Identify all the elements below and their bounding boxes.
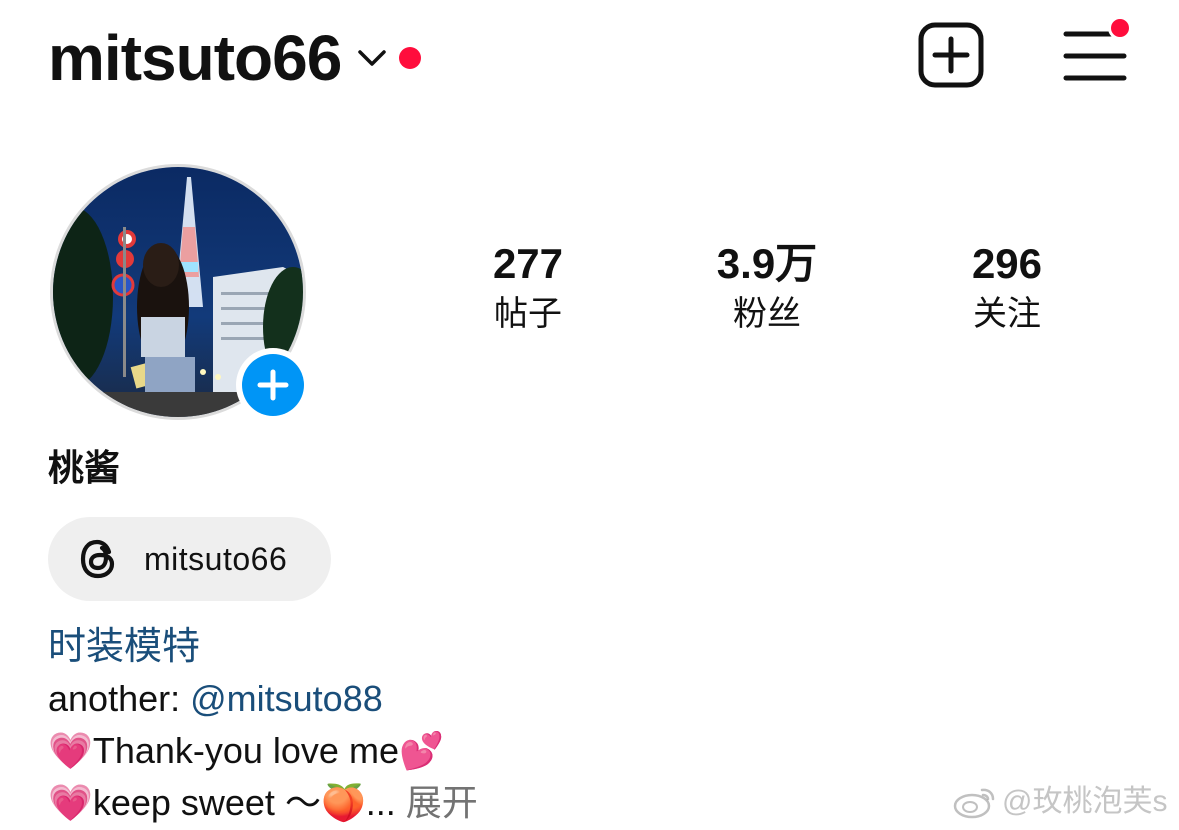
bio-prefix: another: (48, 678, 191, 719)
bio-text: keep sweet ～ (92, 782, 321, 823)
mention-link[interactable]: @mitsuto88 (190, 678, 383, 719)
two-hearts-emoji: 💕 (398, 731, 444, 772)
notification-dot (399, 47, 422, 69)
following-label: 关注 (973, 295, 1041, 333)
weibo-logo-icon (952, 784, 998, 820)
bio-text: Thank-you love me (92, 730, 399, 771)
bio-ellipsis: ... (365, 782, 406, 823)
expand-bio-button[interactable]: 展开 (406, 782, 478, 823)
add-story-button[interactable] (236, 348, 310, 422)
bio-line-1: another: @mitsuto88 (48, 676, 383, 722)
weibo-watermark: @玫桃泡芙s (952, 782, 1167, 822)
profile-page: mitsuto66 277 帖子 3.9万 粉丝 296 关注 桃酱 mitsu… (0, 0, 1179, 830)
bio-line-2: 💗Thank-you love me💕 (48, 728, 444, 775)
following-count: 296 (971, 240, 1043, 287)
bio-line-3: 💗keep sweet ～🍑... 展开 (48, 780, 478, 827)
display-name: 桃酱 (48, 447, 121, 488)
stat-posts[interactable]: 277 帖子 (418, 238, 638, 338)
posts-label: 帖子 (494, 295, 562, 333)
plus-circle-icon (242, 354, 304, 416)
profile-category: 时装模特 (48, 626, 201, 668)
threads-logo-icon (78, 538, 120, 580)
watermark-text: @玫桃泡芙s (1002, 785, 1168, 818)
plus-square-icon (918, 22, 984, 88)
new-post-button[interactable] (918, 22, 984, 88)
posts-count: 277 (492, 240, 564, 287)
stat-following[interactable]: 296 关注 (897, 238, 1117, 338)
threads-handle: mitsuto66 (144, 540, 288, 577)
peach-emoji: 🍑 (320, 783, 366, 824)
followers-label: 粉丝 (733, 295, 801, 333)
menu-notification-dot (1108, 16, 1132, 40)
profile-header: mitsuto66 (48, 18, 422, 98)
threads-badge-button[interactable]: mitsuto66 (48, 517, 331, 601)
username-title[interactable]: mitsuto66 (48, 26, 342, 90)
chevron-down-icon[interactable] (355, 41, 389, 75)
followers-count: 3.9万 (716, 240, 818, 287)
heart-emoji: 💗 (48, 783, 93, 824)
heart-emoji: 💗 (48, 731, 93, 772)
stat-followers[interactable]: 3.9万 粉丝 (657, 238, 877, 338)
